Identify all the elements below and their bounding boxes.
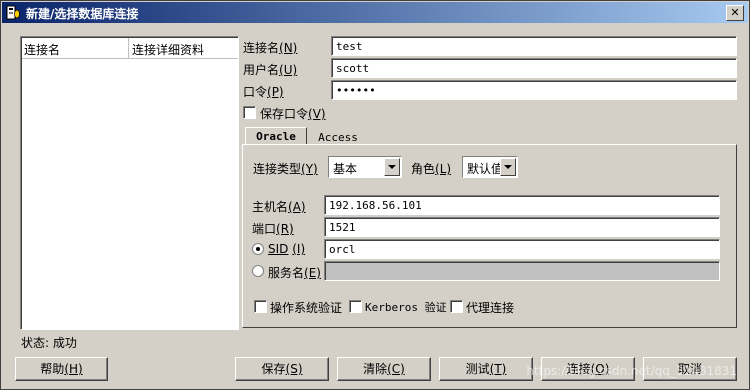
save-button[interactable]: 保存(S) xyxy=(235,357,329,381)
username-label: 用户名(U) xyxy=(243,63,298,77)
os-auth-checkbox[interactable] xyxy=(254,300,267,313)
title-bar[interactable]: 新建/选择数据库连接 ✕ xyxy=(2,2,748,23)
connection-type-value: 基本 xyxy=(333,162,358,176)
tab-oracle[interactable]: Oracle xyxy=(245,127,307,145)
connection-name-label: 连接名(N) xyxy=(243,41,298,55)
role-label: 角色(L) xyxy=(411,162,452,176)
password-label: 口令(P) xyxy=(243,85,284,99)
connection-dialog: 新建/选择数据库连接 ✕ 连接名 连接详细资料 连接名(N) test 用户名(… xyxy=(0,0,750,390)
role-select[interactable]: 默认值 xyxy=(462,156,518,178)
proxy-label: 代理连接 xyxy=(466,301,515,315)
username-field[interactable]: scott xyxy=(331,58,737,78)
service-name-field xyxy=(324,261,720,281)
service-name-label: 服务名(E) xyxy=(268,266,321,280)
hostname-field[interactable]: 192.168.56.101 xyxy=(324,195,720,215)
database-icon xyxy=(6,5,20,20)
port-field[interactable]: 1521 xyxy=(324,217,720,237)
connection-list[interactable]: 连接名 连接详细资料 xyxy=(20,36,239,330)
window-title: 新建/选择数据库连接 xyxy=(26,7,139,21)
test-button[interactable]: 测试(T) xyxy=(439,357,533,381)
os-auth-label: 操作系统验证 xyxy=(270,301,343,315)
connection-type-select[interactable]: 基本 xyxy=(328,156,402,178)
connection-type-label: 连接类型(Y) xyxy=(253,162,318,176)
list-header: 连接名 连接详细资料 xyxy=(22,38,238,59)
column-header-connection-details[interactable]: 连接详细资料 xyxy=(132,41,204,58)
save-password-checkbox[interactable] xyxy=(243,106,256,119)
sid-radio[interactable] xyxy=(252,243,264,255)
status-text: 状态: 成功 xyxy=(21,336,77,350)
sid-label: SID (I) xyxy=(268,242,306,256)
sid-field[interactable]: orcl xyxy=(324,239,720,259)
clear-button[interactable]: 清除(C) xyxy=(337,357,431,381)
service-name-radio[interactable] xyxy=(252,265,264,277)
close-icon: ✕ xyxy=(730,6,740,19)
column-header-connection-name[interactable]: 连接名 xyxy=(24,41,60,58)
kerberos-checkbox[interactable] xyxy=(349,300,362,313)
save-password-label: 保存口令(V) xyxy=(260,107,326,121)
password-field[interactable]: •••••• xyxy=(331,80,737,100)
kerberos-label: Kerberos 验证 xyxy=(365,301,447,314)
connection-name-field[interactable]: test xyxy=(331,36,737,56)
role-value: 默认值 xyxy=(467,162,504,176)
chevron-down-icon[interactable] xyxy=(500,158,516,176)
help-button[interactable]: 帮助(H) xyxy=(15,357,108,381)
chevron-down-icon[interactable] xyxy=(384,158,400,176)
column-divider[interactable] xyxy=(128,38,129,58)
hostname-label: 主机名(A) xyxy=(252,200,306,214)
port-label: 端口(R) xyxy=(252,222,294,236)
proxy-checkbox[interactable] xyxy=(450,300,463,313)
close-button[interactable]: ✕ xyxy=(726,5,744,21)
watermark-text: https://blog.csdn.net/qq_31481831 xyxy=(526,364,737,378)
